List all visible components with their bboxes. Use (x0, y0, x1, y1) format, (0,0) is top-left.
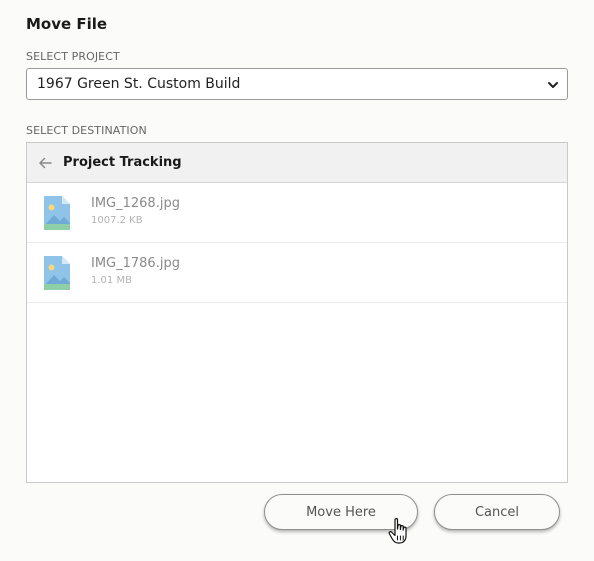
file-name: IMG_1268.jpg (91, 195, 180, 211)
chevron-down-icon (548, 82, 558, 88)
destination-header: Project Tracking (27, 143, 567, 183)
select-project-label: SELECT PROJECT (26, 50, 120, 63)
file-meta: IMG_1786.jpg 1.01 MB (91, 256, 180, 286)
file-row[interactable]: IMG_1786.jpg 1.01 MB (27, 243, 567, 303)
project-select[interactable]: 1967 Green St. Custom Build (26, 68, 568, 100)
dialog-title: Move File (26, 15, 108, 33)
current-folder-title: Project Tracking (63, 155, 182, 170)
back-arrow-icon[interactable] (37, 155, 53, 171)
file-row[interactable]: IMG_1268.jpg 1007.2 KB (27, 183, 567, 243)
image-file-icon (44, 255, 70, 290)
file-meta: IMG_1268.jpg 1007.2 KB (91, 196, 180, 226)
project-select-value: 1967 Green St. Custom Build (37, 76, 241, 92)
select-destination-label: SELECT DESTINATION (26, 124, 147, 137)
destination-browser: Project Tracking IMG_1268.jpg 1007.2 KB (26, 142, 568, 483)
file-size: 1.01 MB (91, 274, 132, 286)
file-name: IMG_1786.jpg (91, 255, 180, 271)
cancel-button[interactable]: Cancel (434, 494, 560, 530)
image-file-icon (44, 195, 70, 230)
file-size: 1007.2 KB (91, 214, 143, 226)
hand-cursor-icon (388, 518, 407, 544)
